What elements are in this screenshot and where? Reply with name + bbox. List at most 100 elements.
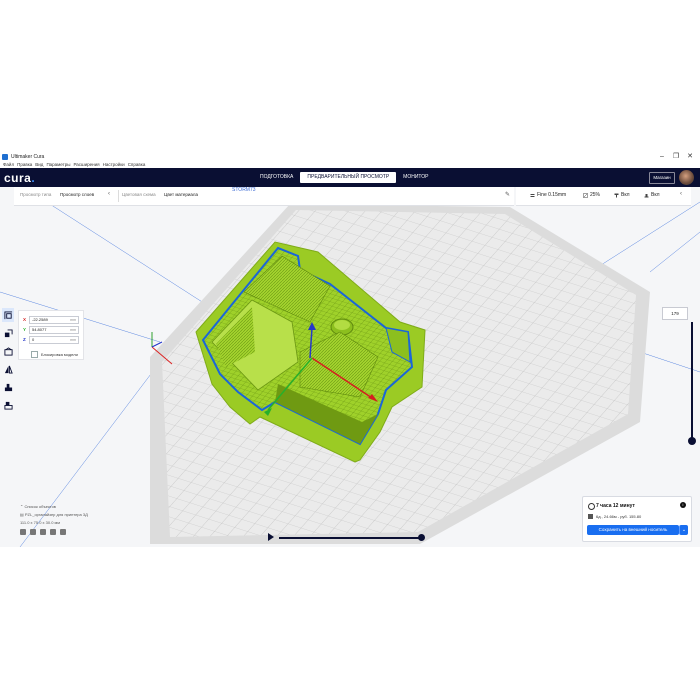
support-icon (614, 193, 619, 197)
chevron-left-icon[interactable]: ‹ (108, 191, 110, 197)
per-model-settings-button[interactable] (2, 380, 14, 394)
top-view-icon[interactable] (40, 529, 46, 535)
divider (118, 190, 119, 202)
view-orientation-buttons (20, 529, 140, 535)
tab-preview[interactable]: ПРЕДВАРИТЕЛЬНЫЙ ПРОСМОТР (300, 172, 397, 183)
per-model-settings-icon (4, 383, 12, 391)
current-layer-input[interactable]: 179 (662, 307, 688, 320)
color-scheme-select[interactable]: Цвет материала (164, 192, 198, 197)
print-time: 7 часа 12 минут (596, 503, 635, 509)
avatar[interactable] (679, 170, 694, 185)
color-scheme-label: Цветовая схема (122, 192, 156, 197)
tool-panel (2, 308, 14, 416)
z-field: Z 0 mm (23, 335, 81, 344)
adhesion-value: Вкл (651, 192, 660, 198)
infill-value: 25% (590, 192, 601, 198)
y-input[interactable]: 54.8077 mm (29, 325, 79, 334)
support-blocker-icon (3, 401, 13, 410)
window-title: Ultimaker Cura (11, 153, 45, 160)
cura-logo: cura. (4, 171, 36, 185)
menu-settings[interactable]: Параметры (46, 162, 70, 167)
object-dimensions: 111.0 x 75.0 x 30.0 мм (20, 520, 61, 525)
x-input[interactable]: -22.2589 mm (29, 315, 79, 324)
build-volume-edge (649, 231, 700, 273)
support-value: Вкл (621, 192, 630, 198)
move-tool-panel: X -22.2589 mm Y 54.8077 mm Z 0 mm Блокировк… (18, 310, 84, 360)
z-value: 0 (32, 336, 35, 342)
mirror-tool-button[interactable] (2, 362, 14, 376)
window-titlebar: Ultimaker Cura – ❐ ✕ (0, 152, 700, 161)
menu-help[interactable]: Справка (128, 162, 146, 167)
tab-prepare[interactable]: ПОДГОТОВКА (253, 172, 300, 183)
y-unit: mm (70, 327, 76, 332)
menu-edit[interactable]: Правка (17, 162, 32, 167)
layer-slider[interactable] (691, 322, 693, 440)
menubar: Файл Правка Вид Параметры Расширения Нас… (0, 161, 700, 168)
support-blocker-button[interactable] (2, 398, 14, 412)
menu-extensions[interactable]: Расширения (73, 162, 99, 167)
lock-model-label: Блокировка модели (41, 352, 78, 357)
app-logo-icon (2, 153, 8, 160)
3d-view-icon[interactable] (20, 529, 26, 535)
infill-icon (583, 192, 588, 198)
profile-item[interactable]: Fine 0.15mm (530, 192, 566, 198)
menu-view[interactable]: Вид (35, 162, 43, 167)
object-list-header[interactable]: ⌃ Список объектов (20, 503, 140, 511)
adhesion-icon (644, 193, 649, 197)
marketplace-button[interactable]: Магазин (649, 172, 675, 184)
info-icon[interactable]: i (680, 502, 686, 508)
print-settings-bar[interactable]: Fine 0.15mm 25% Вкл Вкл ‹ (516, 187, 691, 206)
spool-icon (588, 514, 593, 519)
x-unit: mm (70, 317, 76, 322)
menu-preferences[interactable]: Настройки (103, 162, 125, 167)
infill-item[interactable]: 25% (583, 192, 600, 198)
chevron-down-icon[interactable]: ⌄ (679, 525, 688, 535)
move-tool-icon (3, 310, 12, 319)
menu-file[interactable]: Файл (3, 162, 14, 167)
z-input[interactable]: 0 mm (29, 335, 79, 344)
z-unit: mm (70, 337, 76, 342)
lock-model-checkbox[interactable] (31, 351, 38, 358)
x-field: X -22.2589 mm (23, 315, 81, 324)
play-icon[interactable] (268, 533, 274, 541)
job-name[interactable]: STORM73 (232, 187, 256, 193)
model-round-hole-top (334, 320, 350, 330)
layers-icon (530, 193, 535, 197)
simulation-slider-handle[interactable] (418, 534, 425, 541)
object-file-name[interactable]: ▤ PZL_органайзер для принтера 3Д (20, 511, 140, 519)
viewport-3d[interactable] (0, 152, 700, 547)
stage-tabs: ПОДГОТОВКА ПРЕДВАРИТЕЛЬНЫЙ ПРОСМОТР МОНИ… (253, 172, 435, 183)
lock-model-row[interactable]: Блокировка модели (31, 351, 78, 358)
scale-tool-button[interactable] (2, 326, 14, 340)
y-field: Y 54.8077 mm (23, 325, 81, 334)
adhesion-item[interactable]: Вкл (644, 192, 660, 198)
clock-icon (588, 503, 595, 510)
view-type-label: Просмотр типа (20, 192, 52, 197)
simulation-slider[interactable] (279, 537, 421, 539)
view-toolbar: Просмотр типа Просмотр слоев ‹ Цветовая … (14, 187, 514, 206)
tab-monitor[interactable]: МОНИТОР (396, 172, 435, 183)
minimize-button[interactable]: – (655, 152, 669, 161)
edit-pencil-icon[interactable]: ✎ (505, 191, 510, 198)
front-view-icon[interactable] (30, 529, 36, 535)
chevron-left-icon[interactable]: ‹ (680, 191, 682, 197)
layer-slider-handle[interactable] (688, 437, 696, 445)
right-view-icon[interactable] (60, 529, 66, 535)
profile-value: Fine 0.15mm (537, 192, 567, 198)
rotate-tool-icon (3, 346, 13, 356)
object-list: ⌃ Список объектов ▤ PZL_органайзер для п… (20, 503, 140, 535)
y-value: 54.8077 (32, 326, 47, 332)
cura-window: Ultimaker Cura – ❐ ✕ Файл Правка Вид Пар… (0, 152, 700, 547)
scale-tool-icon (4, 328, 13, 337)
maximize-button[interactable]: ❐ (669, 152, 683, 161)
view-type-select[interactable]: Просмотр слоев (60, 192, 94, 197)
support-item[interactable]: Вкл (614, 192, 630, 198)
rotate-tool-button[interactable] (2, 344, 14, 358)
app-header: cura. ПОДГОТОВКА ПРЕДВАРИТЕЛЬНЫЙ ПРОСМОТ… (0, 168, 700, 187)
left-view-icon[interactable] (50, 529, 56, 535)
move-tool-button[interactable] (2, 308, 14, 322)
print-info-panel: 7 часа 12 минут i 6д., 24.66м - руб. 155… (582, 496, 692, 542)
x-value: -22.2589 (32, 316, 48, 322)
close-button[interactable]: ✕ (683, 152, 697, 161)
save-to-removable-button[interactable]: Сохранить на внешний носитель (587, 525, 679, 535)
